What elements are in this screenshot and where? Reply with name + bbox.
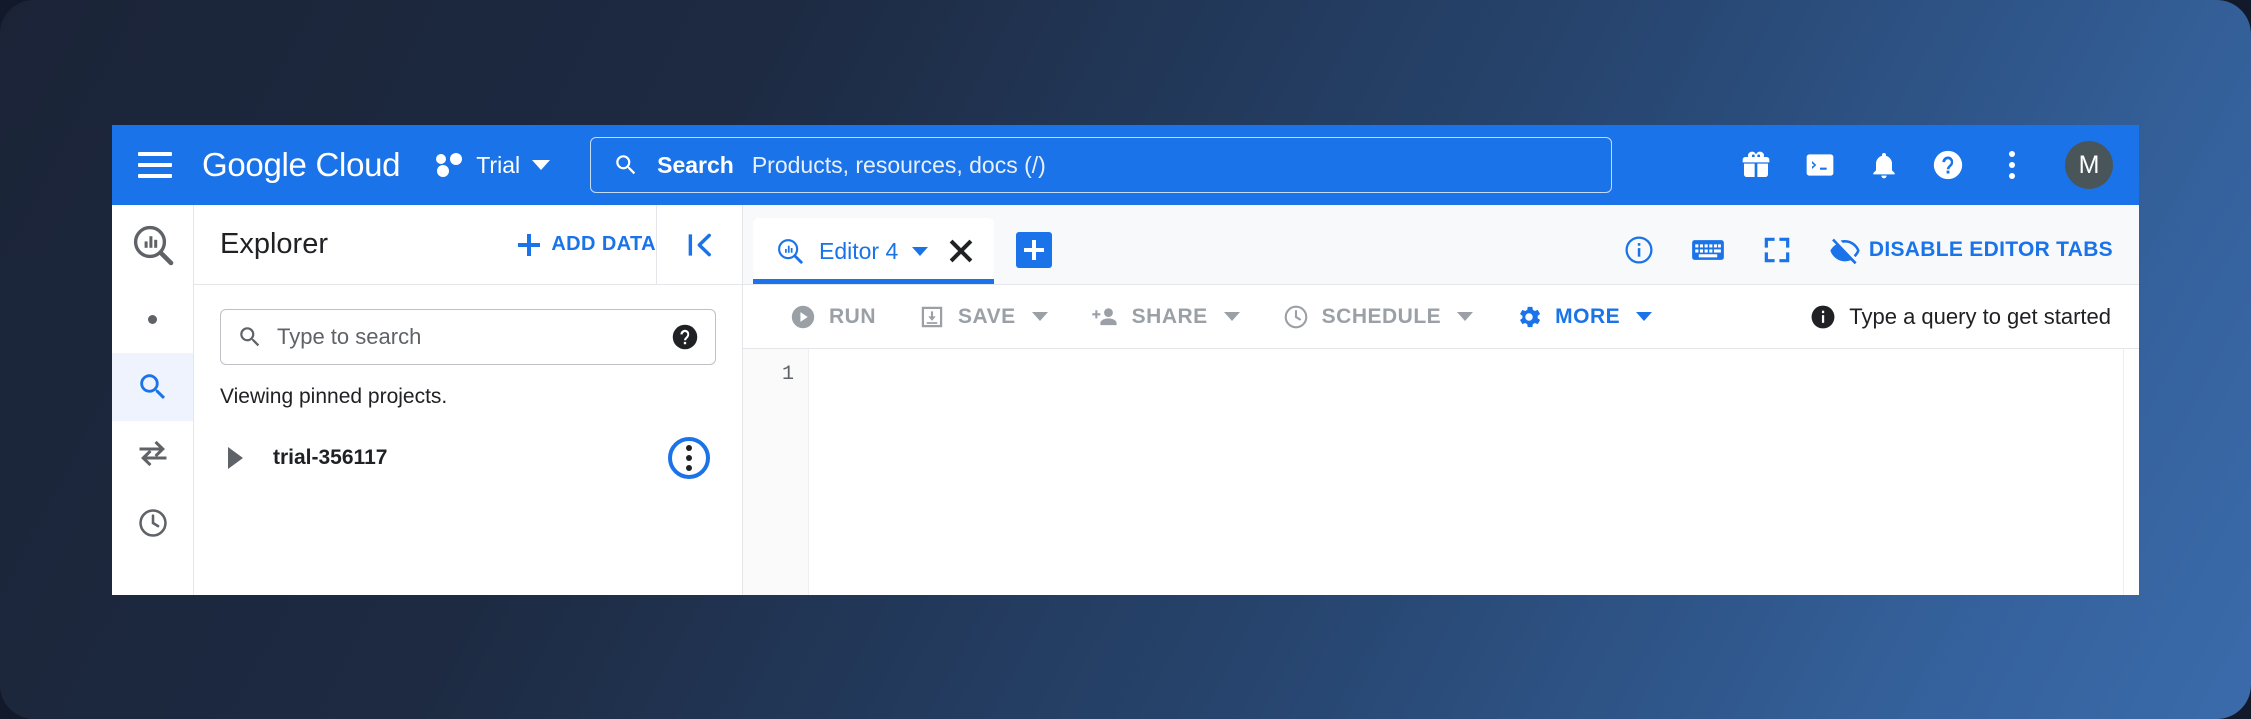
hamburger-menu-icon[interactable]	[138, 152, 172, 178]
chevron-down-icon	[1224, 312, 1240, 321]
person-add-icon	[1090, 303, 1120, 331]
project-scope-picker[interactable]: Trial	[436, 152, 550, 179]
search-icon	[613, 152, 639, 178]
plus-icon	[518, 234, 540, 256]
editor-tab-bar: Editor 4	[743, 205, 2139, 285]
query-toolbar: RUN SAVE	[743, 285, 2139, 349]
transfer-arrows-icon	[135, 437, 171, 473]
add-tab-button[interactable]	[1016, 232, 1052, 268]
project-name-label: trial-356117	[273, 446, 387, 470]
line-number-gutter: 1	[743, 349, 809, 595]
save-button[interactable]: SAVE	[918, 303, 1048, 331]
query-status: Type a query to get started	[1809, 303, 2139, 331]
line-number: 1	[743, 363, 794, 386]
logo-google-text: Google	[202, 146, 307, 183]
sql-code-area: 1	[743, 349, 2139, 595]
project-scope-label: Trial	[476, 152, 520, 179]
info-icon[interactable]	[1623, 234, 1655, 266]
query-status-text: Type a query to get started	[1849, 304, 2111, 330]
run-button[interactable]: RUN	[789, 303, 876, 331]
editor-tabbar-actions: DISABLE EDITOR TABS	[1623, 234, 2139, 284]
eye-off-icon	[1829, 234, 1861, 266]
help-circle-icon[interactable]	[1931, 148, 1965, 182]
more-label: MORE	[1555, 305, 1620, 329]
logo-cloud-text: Cloud	[316, 146, 401, 183]
search-input[interactable]: Type to search	[220, 309, 716, 365]
chevron-down-icon	[1032, 312, 1048, 321]
share-button[interactable]: SHARE	[1090, 303, 1240, 331]
bigquery-logo-icon	[775, 236, 805, 266]
add-data-button[interactable]: ADD DATA	[518, 233, 656, 256]
bigquery-logo-icon	[112, 205, 193, 285]
query-text-input[interactable]	[809, 349, 2123, 595]
schedule-label: SCHEDULE	[1322, 305, 1442, 329]
list-item[interactable]: trial-356117	[194, 431, 742, 485]
triangle-right-icon[interactable]	[228, 447, 243, 469]
keyboard-shortcuts-icon[interactable]	[1691, 236, 1725, 264]
run-label: RUN	[829, 305, 876, 329]
project-dots-icon	[436, 153, 464, 177]
console-top-bar: Google Cloud Trial Search Products, reso…	[112, 125, 2139, 205]
kebab-menu-icon[interactable]	[1995, 151, 2029, 179]
clock-icon	[1282, 303, 1310, 331]
save-icon	[918, 303, 946, 331]
tab-label: Editor 4	[819, 238, 898, 265]
explorer-header: Explorer ADD DATA	[194, 205, 742, 285]
schedule-button[interactable]: SCHEDULE	[1282, 303, 1474, 331]
chevron-down-icon	[532, 160, 550, 170]
save-label: SAVE	[958, 305, 1016, 329]
global-search-bar[interactable]: Search Products, resources, docs (/)	[590, 137, 1612, 193]
tab-editor-4[interactable]: Editor 4	[753, 218, 994, 284]
avatar[interactable]: M	[2065, 141, 2113, 189]
gift-icon[interactable]	[1739, 148, 1773, 182]
explorer-search-wrap: Type to search	[194, 285, 742, 365]
disable-editor-tabs-label: DISABLE EDITOR TABS	[1869, 238, 2113, 262]
google-cloud-logo[interactable]: Google Cloud	[202, 146, 400, 184]
close-icon[interactable]	[948, 238, 974, 264]
search-icon	[136, 370, 170, 404]
chevron-down-icon	[1457, 312, 1473, 321]
query-editor-area: Editor 4	[743, 205, 2139, 595]
explorer-panel: Explorer ADD DATA	[194, 205, 743, 595]
gear-icon	[1515, 303, 1543, 331]
bigquery-left-rail	[112, 205, 194, 595]
search-icon	[237, 324, 263, 350]
fullscreen-icon[interactable]	[1761, 234, 1793, 266]
notifications-bell-icon[interactable]	[1867, 148, 1901, 182]
search-label: Search	[657, 152, 734, 179]
editor-vertical-scrollbar[interactable]	[2123, 349, 2139, 595]
rail-item-history[interactable]	[112, 489, 193, 557]
add-data-label: ADD DATA	[551, 233, 656, 256]
disable-editor-tabs-button[interactable]: DISABLE EDITOR TABS	[1829, 234, 2113, 266]
dot-icon	[148, 315, 157, 324]
console-body: Explorer ADD DATA	[112, 205, 2139, 595]
chevron-down-icon[interactable]	[912, 247, 928, 256]
search-placeholder: Type to search	[277, 324, 657, 350]
gcp-console-window: Google Cloud Trial Search Products, reso…	[112, 125, 2139, 595]
share-label: SHARE	[1132, 305, 1208, 329]
clock-history-icon	[136, 506, 170, 540]
cloud-shell-icon[interactable]	[1803, 148, 1837, 182]
search-input[interactable]: Products, resources, docs (/)	[752, 152, 1046, 179]
more-button[interactable]: MORE	[1515, 303, 1652, 331]
rail-item-dot[interactable]	[112, 285, 193, 353]
collapse-panel-button[interactable]	[656, 205, 742, 285]
screenshot-canvas: Google Cloud Trial Search Products, reso…	[0, 0, 2251, 719]
topbar-actions: M	[1739, 141, 2117, 189]
explorer-status-text: Viewing pinned projects.	[194, 365, 742, 409]
chevron-down-icon	[1636, 312, 1652, 321]
collapse-panel-icon	[683, 228, 717, 262]
rail-item-transfers[interactable]	[112, 421, 193, 489]
info-filled-icon	[1809, 303, 1837, 331]
play-circle-icon	[789, 303, 817, 331]
help-filled-icon[interactable]	[671, 323, 699, 351]
page-title: Explorer	[220, 228, 328, 261]
project-kebab-menu-button[interactable]	[668, 437, 710, 479]
rail-item-search[interactable]	[112, 353, 193, 421]
